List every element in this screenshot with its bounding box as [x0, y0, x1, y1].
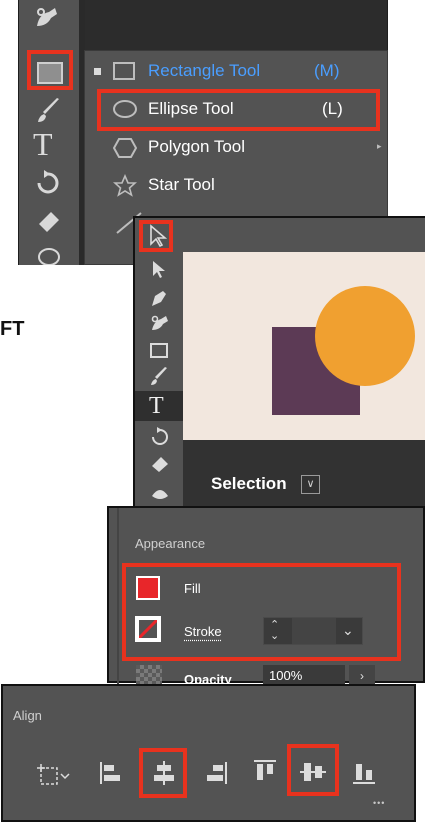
eraser-tool-icon[interactable]	[149, 454, 171, 472]
appearance-panel: Appearance Fill Stroke ⌃ ⌄ ⌄ Opacity 100%…	[107, 506, 425, 687]
symbol-sprayer-icon[interactable]	[149, 482, 171, 504]
left-edge-text: FT	[0, 318, 25, 340]
stroke-value-box[interactable]	[292, 618, 336, 644]
selection-dropdown-icon[interactable]: ∨	[301, 475, 320, 494]
chevron-down-icon[interactable]: ⌄	[342, 622, 354, 639]
menu-item-label: Star Tool	[148, 175, 215, 194]
rotate-tool-icon[interactable]	[149, 426, 171, 448]
fill-label: Fill	[184, 581, 201, 596]
rectangle-tool-icon[interactable]	[150, 343, 168, 358]
align-vertical-center-highlight	[287, 744, 339, 796]
menu-item-star[interactable]: Star Tool	[85, 171, 387, 201]
menu-item-rectangle[interactable]: Rectangle Tool (M)	[85, 57, 387, 87]
rotate-tool-icon[interactable]	[33, 168, 63, 198]
selection-tool-highlight	[139, 220, 173, 252]
stroke-swatch[interactable]	[135, 616, 161, 642]
star-icon	[113, 174, 137, 198]
rectangle-icon	[113, 62, 135, 80]
menu-item-shortcut: (M)	[314, 61, 340, 80]
toolbar-1: T	[19, 0, 79, 265]
align-left-icon[interactable]	[98, 760, 124, 786]
ellipse-tool-highlight	[97, 89, 380, 131]
polygon-icon	[113, 137, 137, 159]
pen-tool-icon[interactable]	[149, 288, 169, 308]
symbol-sprayer-icon[interactable]	[37, 245, 61, 265]
fill-stroke-highlight	[122, 563, 401, 661]
properties-bar: Selection ∨	[183, 440, 425, 514]
menu-item-label: Polygon Tool	[148, 137, 246, 156]
toolbar-2: T	[135, 218, 183, 514]
artboard	[183, 252, 425, 440]
eraser-tool-icon[interactable]	[35, 208, 63, 232]
opacity-value: 100%	[269, 668, 303, 683]
stroke-label[interactable]: Stroke	[184, 624, 222, 639]
menu-item-polygon[interactable]: Polygon Tool ▸	[85, 133, 387, 163]
align-to-selection-icon[interactable]	[35, 762, 71, 788]
more-options-icon[interactable]: •••	[373, 798, 385, 808]
canvas-tab-bar	[183, 218, 425, 252]
stroke-weight-field[interactable]: ⌃ ⌄ ⌄	[263, 617, 363, 645]
submenu-arrow-icon: ▸	[377, 141, 382, 151]
selection-label: Selection	[211, 474, 287, 493]
appearance-title: Appearance	[135, 536, 206, 551]
align-bottom-icon[interactable]	[351, 760, 377, 786]
align-right-icon[interactable]	[203, 760, 229, 786]
menu-item-label: Rectangle Tool	[148, 61, 261, 80]
rectangle-tool-highlight	[27, 50, 73, 90]
paintbrush-tool-icon[interactable]	[149, 366, 169, 386]
stroke-stepper-icon[interactable]: ⌃ ⌄	[270, 620, 279, 642]
curvature-tool-icon[interactable]	[149, 313, 171, 333]
direct-selection-icon[interactable]	[151, 260, 167, 280]
align-center-highlight	[139, 748, 187, 798]
paintbrush-tool-icon[interactable]	[35, 96, 63, 124]
align-top-icon[interactable]	[252, 758, 278, 784]
panel-left-edge	[117, 508, 119, 685]
type-tool-icon[interactable]: T	[33, 128, 53, 160]
active-dot	[94, 68, 101, 75]
align-panel: Align •••	[1, 684, 416, 822]
fill-swatch[interactable]	[136, 576, 160, 600]
type-tool-icon[interactable]: T	[135, 391, 183, 421]
curvature-tool-icon[interactable]	[33, 4, 61, 30]
align-title: Align	[13, 708, 42, 723]
canvas-panel: T Selection ∨	[133, 216, 425, 514]
circle-shape[interactable]	[315, 286, 415, 386]
